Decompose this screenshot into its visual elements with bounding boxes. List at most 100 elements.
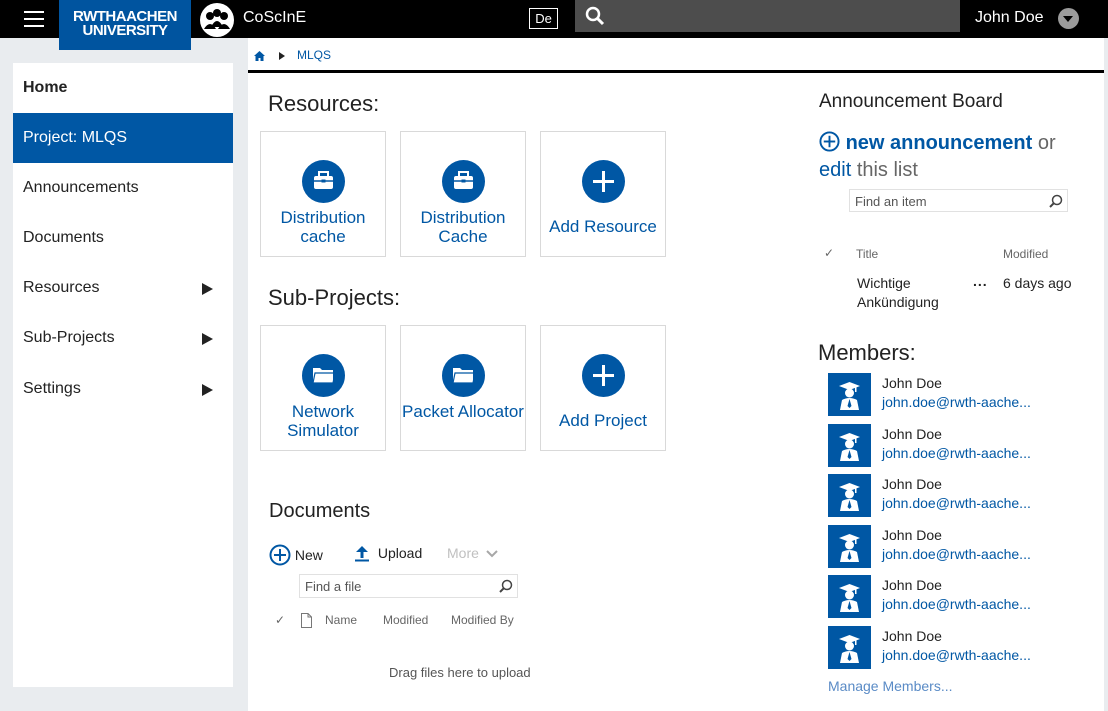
column-header-title[interactable]: Title [856,247,878,261]
avatar [828,474,871,517]
resource-tile-label: Distribution cache [280,208,366,246]
briefcase-icon [442,160,485,203]
member-row[interactable]: John Doe john.doe@rwth-aache... [828,524,1098,568]
avatar [828,625,871,669]
sub-project-tile[interactable]: Packet Allocator [400,325,526,451]
avatar [828,423,871,467]
member-row[interactable]: John Doe john.doe@rwth-aache... [828,575,1098,618]
find-item-placeholder: Find an item [855,194,927,209]
member-name: John Doe [882,476,942,492]
announcement-board-title: Announcement Board [819,91,1003,112]
expand-arrow-icon[interactable] [202,283,213,295]
member-name: John Doe [882,627,942,644]
select-all-checkmark-icon[interactable]: ✓ [824,246,834,260]
add-project-tile[interactable]: Add Project [540,325,666,451]
resource-tile[interactable]: Distribution Cache [400,131,526,257]
more-label: More [447,545,479,561]
member-email-link[interactable]: john.doe@rwth-aache... [882,546,1031,562]
member-name: John Doe [882,375,942,391]
resource-tile[interactable]: Distribution cache [260,131,386,257]
search-icon [1049,194,1063,208]
app-name[interactable]: CoScInE [243,9,306,27]
member-row[interactable]: John Doe john.doe@rwth-aache... [828,373,1098,416]
member-email-link[interactable]: john.doe@rwth-aache... [882,495,1031,511]
global-search-input[interactable] [575,0,960,32]
sidebar-item-settings[interactable]: Settings [13,364,233,414]
member-name: John Doe [882,577,942,593]
column-header-modified-by[interactable]: Modified By [451,613,514,627]
drop-zone-hint: Drag files here to upload [389,665,531,680]
member-email-link[interactable]: john.doe@rwth-aache... [882,596,1031,612]
announcement-edit-line: edit this list [819,159,918,182]
member-email-link[interactable]: john.doe@rwth-aache... [882,647,1031,663]
sidebar-item-label: Resources [23,279,100,296]
sub-project-tile[interactable]: Network Simulator [260,325,386,451]
member-email-link[interactable]: john.doe@rwth-aache... [882,394,1031,410]
add-circle-icon[interactable] [819,131,840,152]
home-icon[interactable] [254,51,265,61]
find-file-input[interactable]: Find a file [299,574,518,598]
sidebar-item-label: Sub-Projects [23,329,115,346]
column-header-name[interactable]: Name [325,613,357,627]
rwth-logo[interactable]: RWTHAACHEN UNIVERSITY [59,0,191,50]
or-text: or [1037,132,1056,154]
expand-arrow-icon[interactable] [202,333,213,345]
file-type-icon [301,613,312,628]
new-document-button[interactable]: New [269,544,323,566]
folder-icon [302,354,345,397]
sidebar: Home Project: MLQS Announcements Documen… [13,63,233,687]
select-all-checkmark-icon[interactable]: ✓ [275,613,285,627]
add-resource-label: Add Resource [549,217,657,236]
avatar [828,575,871,618]
more-button[interactable]: More [447,545,498,561]
add-resource-tile[interactable]: Add Resource [540,131,666,257]
sidebar-item-label: Settings [23,380,81,397]
breadcrumb-separator-icon [279,52,285,60]
announcement-title-link[interactable]: Wichtige Ankündigung [857,274,957,312]
edit-list-link[interactable]: edit [819,159,851,181]
announcement-modified: 6 days ago [1003,275,1072,291]
upload-icon [355,546,369,562]
sidebar-item-announcements[interactable]: Announcements [13,163,233,213]
main-content: MLQS Resources: Distribution cache Distr… [248,38,1104,711]
column-header-modified[interactable]: Modified [1003,247,1048,261]
find-item-input[interactable]: Find an item [849,189,1068,212]
briefcase-icon [302,160,345,203]
sidebar-item-home[interactable]: Home [13,63,233,113]
chevron-down-icon [486,550,498,558]
avatar [828,524,871,568]
sub-project-tile-label: Network Simulator [287,402,359,440]
documents-title: Documents [269,500,371,522]
resources-title: Resources: [268,91,380,116]
member-name: John Doe [882,425,942,442]
expand-arrow-icon[interactable] [202,384,213,396]
sidebar-item-project[interactable]: Project: MLQS [13,113,233,163]
column-header-modified[interactable]: Modified [383,613,428,627]
new-announcement-link[interactable]: new announcement [846,132,1033,154]
folder-icon [442,354,485,397]
avatar [828,373,871,416]
plus-icon [582,354,625,397]
breadcrumb-link[interactable]: MLQS [297,48,331,62]
member-row[interactable]: John Doe john.doe@rwth-aache... [828,474,1098,517]
sidebar-item-sub-projects[interactable]: Sub-Projects [13,313,233,363]
sidebar-item-documents[interactable]: Documents [13,213,233,263]
sub-projects-title: Sub-Projects: [268,285,401,310]
user-menu-name[interactable]: John Doe [975,9,1044,27]
add-project-label: Add Project [559,411,647,430]
menu-icon[interactable] [24,11,44,27]
sidebar-item-resources[interactable]: Resources [13,263,233,313]
member-row[interactable]: John Doe john.doe@rwth-aache... [828,423,1098,467]
language-toggle[interactable]: De [529,8,558,29]
add-circle-icon [269,544,291,566]
breadcrumb: MLQS [248,38,1104,73]
member-row[interactable]: John Doe john.doe@rwth-aache... [828,625,1098,669]
members-title: Members: [818,340,916,365]
user-menu-dropdown-icon[interactable] [1058,8,1079,29]
plus-icon [582,160,625,203]
item-menu-ellipsis-icon[interactable]: ... [973,272,988,291]
upload-button[interactable]: Upload [354,544,422,562]
member-email-link[interactable]: john.doe@rwth-aache... [882,445,1031,461]
manage-members-link[interactable]: Manage Members... [828,678,953,694]
sub-project-tile-label: Packet Allocator [402,402,524,421]
